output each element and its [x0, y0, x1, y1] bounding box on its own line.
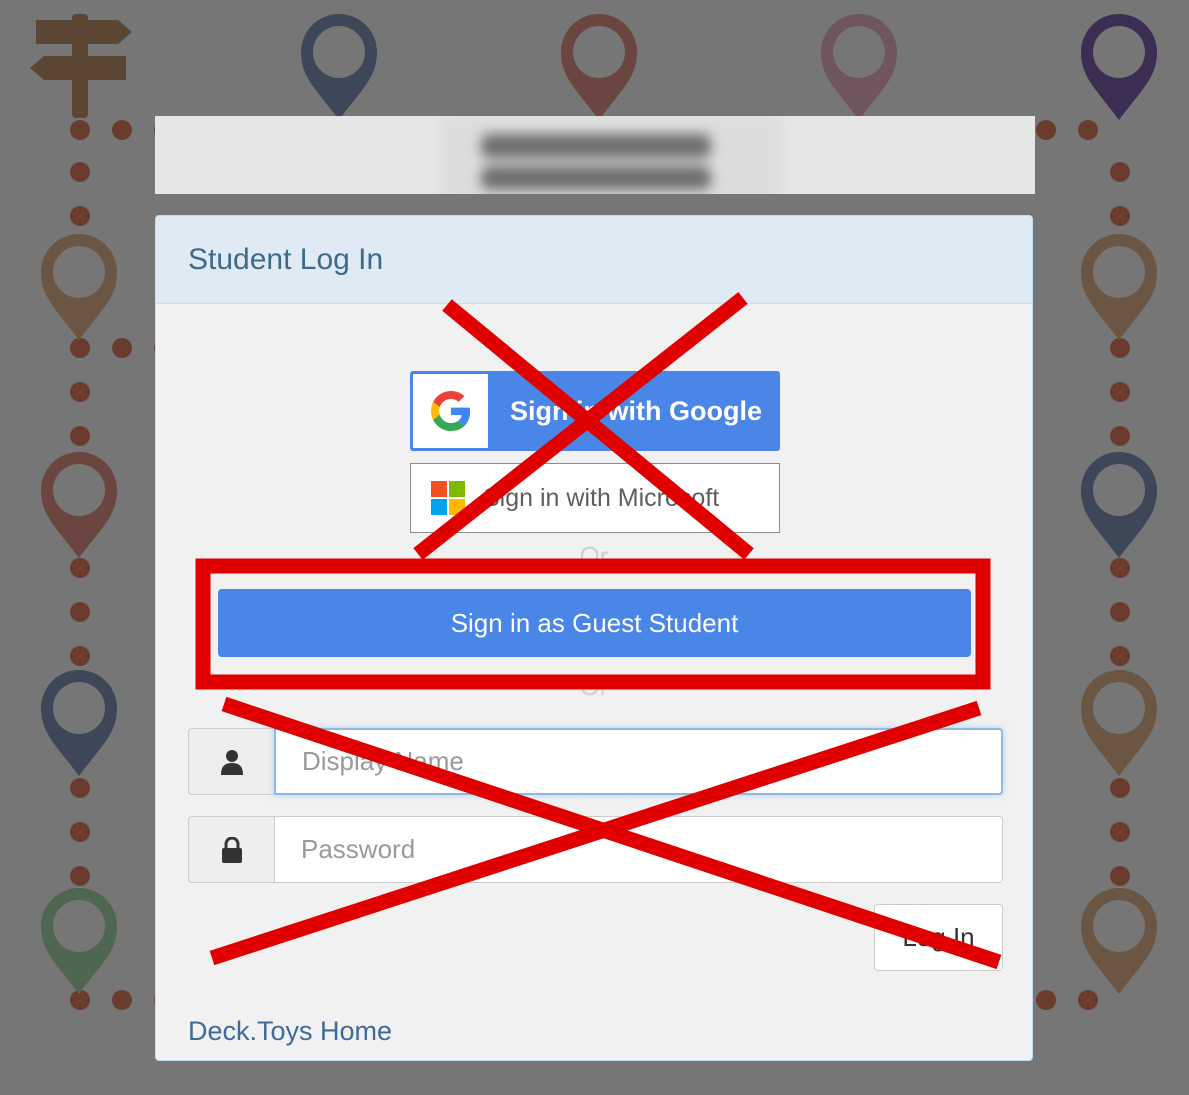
map-pin-icon	[1081, 234, 1157, 340]
blurred-logo	[441, 116, 781, 194]
or-divider-1: Or	[579, 541, 609, 571]
blurred-banner	[155, 116, 1035, 194]
card-header: Student Log In	[156, 216, 1032, 304]
map-pin-icon	[1081, 14, 1157, 120]
map-pin-icon	[1081, 452, 1157, 558]
guest-signin-button[interactable]: Sign in as Guest Student	[218, 589, 971, 657]
map-pin-icon	[561, 14, 637, 120]
microsoft-button-label: Sign in with Microsoft	[483, 483, 720, 512]
user-icon	[188, 728, 274, 795]
password-group	[188, 816, 1003, 883]
or-divider-2: Or	[579, 671, 609, 701]
page-title: Student Log In	[188, 242, 384, 276]
login-card: Student Log In Sign in with Google Sign …	[155, 215, 1033, 1061]
map-pin-icon	[1081, 888, 1157, 994]
map-pin-icon	[41, 888, 117, 994]
google-signin-button[interactable]: Sign in with Google	[410, 371, 780, 451]
password-input[interactable]	[274, 816, 1003, 883]
microsoft-logo-icon	[431, 481, 465, 515]
map-pin-icon	[41, 234, 117, 340]
map-pin-icon	[821, 14, 897, 120]
lock-icon	[188, 816, 274, 883]
signpost-icon	[30, 14, 132, 118]
map-pin-icon	[41, 452, 117, 558]
display-name-group	[188, 728, 1003, 795]
map-pin-icon	[301, 14, 377, 120]
home-link[interactable]: Deck.Toys Home	[188, 1016, 392, 1047]
display-name-input[interactable]	[274, 728, 1003, 795]
map-pin-icon	[41, 670, 117, 776]
login-button[interactable]: Log In	[874, 904, 1003, 971]
map-pin-icon	[1081, 670, 1157, 776]
google-button-label: Sign in with Google	[510, 395, 762, 426]
microsoft-signin-button[interactable]: Sign in with Microsoft	[410, 463, 780, 533]
google-logo-icon	[413, 374, 488, 448]
